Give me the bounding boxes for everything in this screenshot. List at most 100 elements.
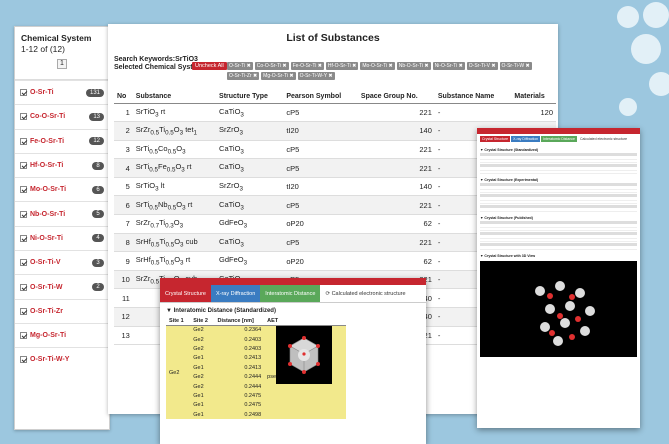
substance-link[interactable]: SrHf0.5Ti0.5O3 cub [132,233,217,253]
site2-cell: Ge2 [190,344,215,354]
page-button[interactable]: 1 [57,59,67,69]
section-heading: ▼ Crystal Structure (Standardized) [480,148,539,152]
checkbox[interactable] [20,259,27,267]
table-header: No Substance Structure Type Pearson Symbol S… [114,90,556,104]
chemical-system-item[interactable]: Co-O-Sr-Ti 13 [15,104,109,128]
chemical-system-item[interactable]: Ni-O-Sr-Ti 4 [15,225,109,250]
column-header[interactable]: Space Group No. [357,90,435,104]
detail-tab[interactable]: X-ray Diffraction [511,136,541,142]
substance-link[interactable]: SrTi0.5Co0.5O3 [132,140,217,160]
column-header[interactable]: Materials [511,90,556,104]
checkbox[interactable] [20,162,27,170]
section-heading: ▼ Interatomic Distance (Standardized) [166,308,276,314]
space-group: 221 [357,158,435,178]
checkbox[interactable] [20,283,27,291]
page-title: List of Substances [286,32,380,44]
column-header[interactable]: Substance [132,90,217,104]
distance-cell: 0.2403 [214,334,265,345]
data-row [480,160,637,163]
system-name: Nb-O-Sr-Ti [30,210,66,218]
chemical-system-item[interactable]: O-Sr-Ti-Zr [15,298,109,323]
checkbox[interactable] [20,356,27,364]
system-name: Fe-O-Sr-Ti [30,137,65,145]
column-header: Site 2 [190,317,215,326]
uncheck-all-button[interactable]: Uncheck All [192,62,227,70]
space-group: 140 [357,121,435,141]
checkbox[interactable] [20,234,27,242]
system-tag[interactable]: Ni-O-Sr-Ti ✖ [432,62,465,70]
checkbox[interactable] [20,186,27,194]
section-heading: ▼ Crystal Structure (Published) [480,216,533,220]
table-header: Site 1 Site 2 Distance [nm] AET [166,317,346,326]
system-tag[interactable]: O-Sr-Ti-W ✖ [499,62,532,70]
column-header[interactable]: No [114,90,133,104]
chemical-system-item[interactable]: O-Sr-Ti 131 [15,80,109,104]
column-header[interactable]: Structure Type [216,90,284,104]
detail-tab[interactable]: Calculated electronic structure [578,136,630,142]
system-tag[interactable]: Hf-O-Sr-Ti ✖ [325,62,359,70]
system-tag[interactable]: O-Sr-Ti-W-Y ✖ [297,72,335,80]
detail-tab[interactable]: Interatomic Distance [260,285,321,302]
checkbox[interactable] [20,210,27,218]
chemical-system-item[interactable]: O-Sr-Ti-W-Y [15,347,109,371]
chemical-system-item[interactable]: Mo-O-Sr-Ti 6 [15,177,109,201]
data-row [480,183,637,186]
system-tag[interactable]: O-Sr-Ti ✖ [227,62,253,70]
checkbox[interactable] [20,332,27,340]
substance-link[interactable]: SrZr0.7Ti0.3O3 [132,214,217,234]
detail-tab[interactable]: Crystal Structure [160,285,211,302]
distance-cell: 0.2364 [214,325,265,335]
substance-link[interactable]: SrTi0.5Fe0.5O3 rt [132,158,217,178]
system-tag[interactable]: O-Sr-Ti-V ✖ [466,62,498,70]
crystal-structure-view[interactable] [276,326,332,384]
substance-link[interactable]: SrTi0.5Nb0.5O3 rt [132,195,217,216]
chemical-system-item[interactable]: O-Sr-Ti-W 2 [15,274,109,298]
detail-tab[interactable]: Interatomic Distance [541,136,577,142]
substance-link[interactable]: SrZr0.5Ti0.5O3 tet1 [132,121,217,141]
chemical-system-item[interactable]: Fe-O-Sr-Ti 12 [15,128,109,153]
detail-tab[interactable]: Crystal Structure [480,136,511,142]
aet-cell [264,400,346,411]
checkbox[interactable] [20,307,27,315]
column-header[interactable]: Substance Name [434,90,512,104]
system-tag[interactable]: O-Sr-Ti-Zr ✖ [227,72,260,80]
substance-detail-window: Crystal Structure X-ray Diffraction Intera… [477,128,640,428]
substance-link[interactable]: SrTiO3 lt [132,177,217,197]
detail-tab[interactable]: X-ray Diffraction [210,285,261,302]
row-number: 4 [114,158,133,178]
distance-cell: 0.2498 [214,410,265,420]
chemical-system-item[interactable]: Hf-O-Sr-Ti 8 [15,152,109,177]
structure-type: CaTiO3 [216,140,284,160]
data-row [480,209,637,212]
section-heading: ▼ Crystal Structure with 3D View [480,254,536,258]
detail-tab[interactable]: ⟳ Calculated electronic structure [320,285,411,302]
column-header[interactable]: Pearson Symbol [283,90,358,104]
site2-cell: Ge1 [190,353,215,364]
table-row: Ge1 0.2475 [166,391,346,401]
system-tag[interactable]: Nb-O-Sr-Ti ✖ [396,62,431,70]
chemical-system-item[interactable]: Mg-O-Sr-Ti [15,322,109,347]
chemical-system-item[interactable]: O-Sr-Ti-V 3 [15,250,109,274]
substance-link[interactable]: SrHf0.5Ti0.5O3 rt [132,251,217,271]
system-tag[interactable]: Mg-O-Sr-Ti ✖ [261,72,296,80]
structure-type: GdFeO3 [216,214,284,234]
result-range: 1-12 of (12) [21,44,65,54]
data-row [480,153,637,156]
row-number: 3 [114,140,133,160]
checkbox[interactable] [20,113,27,121]
panel-title: Chemical System [21,33,92,43]
pearson-symbol: tI20 [283,177,358,197]
crystal-3d-view[interactable] [480,261,637,357]
system-tag[interactable]: Mo-O-Sr-Ti ✖ [360,62,395,70]
checkbox[interactable] [20,89,27,97]
table-row[interactable]: 1 SrTiO3 rt CaTiO3 cP5 221-120 [114,103,556,123]
structure-type: SrZrO3 [216,177,284,197]
column-header: Distance [nm] [214,317,265,326]
system-tag[interactable]: Co-O-Sr-Ti ✖ [254,62,289,70]
chemical-system-item[interactable]: Nb-O-Sr-Ti 5 [15,201,109,225]
substance-link[interactable]: SrTiO3 rt [132,103,217,123]
system-tag[interactable]: Fe-O-Sr-Ti ✖ [290,62,324,70]
data-row [480,221,637,224]
checkbox[interactable] [20,137,27,145]
data-row [480,194,637,197]
